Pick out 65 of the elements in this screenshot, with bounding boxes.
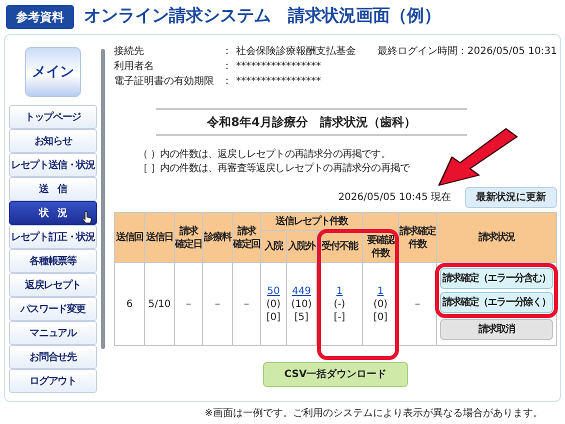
main-menu-button[interactable]: メイン	[25, 47, 81, 97]
table-cell: [-]	[334, 312, 346, 322]
table-cell: (0)	[373, 298, 388, 310]
table-cell: [0]	[266, 312, 281, 322]
info-value: *****************	[236, 75, 322, 88]
table-cell: －	[212, 298, 222, 310]
table-cell: －	[412, 298, 423, 310]
column-header: 請求 確定日	[174, 212, 202, 262]
sidebar-item[interactable]: ログアウト	[9, 369, 97, 393]
count-link[interactable]: 50	[267, 286, 280, 296]
note-text: （ ）内の件数は、返戻しレセプトの再請求分の再掲です。	[138, 149, 390, 160]
note-text: ［ ］内の件数は、再審査等返戻しレセプトの再請求分の再掲で	[138, 163, 410, 174]
timestamp: 2026/05/05 10:45 現在	[338, 190, 451, 204]
column-header: 送信日	[144, 212, 174, 262]
table-cell: [5]	[294, 312, 309, 322]
info-value: 社会保険診療報酬支払基金	[236, 45, 357, 58]
table-cell: 6	[126, 298, 133, 310]
count-link[interactable]: 1	[377, 286, 384, 296]
info-colon: ：	[222, 60, 233, 73]
table-cell: 5/10	[148, 298, 171, 310]
hand-cursor-icon	[82, 211, 92, 224]
table-cell: (-)	[334, 298, 346, 310]
scrollbar[interactable]	[101, 49, 105, 349]
table-cell: (0)	[266, 298, 281, 310]
sidebar-item[interactable]: お問合せ先	[9, 345, 97, 369]
column-header: 診療料	[202, 212, 232, 262]
cancel-button[interactable]: 請求取消	[440, 319, 553, 340]
column-group-header: 送信レセプト件数	[260, 212, 363, 230]
table-cell: [0]	[373, 312, 388, 322]
confirm-button[interactable]: 請求確定（エラー分除く）	[440, 292, 553, 313]
last-login-time: 最終ログイン時間：2026/05/05 10:31	[377, 45, 557, 58]
info-label: 利用者名	[114, 60, 155, 73]
info-colon: ：	[222, 75, 233, 88]
count-link[interactable]: 1	[336, 286, 343, 296]
info-label: 接続先	[114, 45, 145, 58]
info-label: 電子証明書の有効期限	[114, 75, 215, 88]
column-header: 入院外	[286, 230, 316, 262]
column-header: 請求 確定回	[232, 212, 260, 262]
column-header: 請求確定 件数	[398, 212, 437, 262]
sidebar-item[interactable]: マニュアル	[9, 321, 97, 345]
column-header: 請求状況	[436, 212, 556, 262]
sidebar-item[interactable]: お知らせ	[9, 129, 97, 153]
count-link[interactable]: 449	[292, 286, 312, 296]
table-cell: －	[184, 298, 194, 310]
sidebar-item[interactable]: レセプト送信・状況	[9, 153, 97, 177]
info-colon: ：	[222, 45, 233, 58]
csv-download-button[interactable]: CSV一括ダウンロード	[263, 362, 408, 387]
page-title: オンライン請求システム 請求状況画面（例）	[84, 5, 441, 28]
section-heading: 令和8年4月診療分 請求状況（歯科）	[156, 108, 467, 136]
sidebar-item[interactable]: パスワード変更	[9, 297, 97, 321]
confirm-button[interactable]: 請求確定（エラー分含む）	[440, 268, 553, 289]
sidebar-item[interactable]: 送 信	[9, 177, 97, 201]
info-value: *****************	[236, 60, 322, 73]
table-cell: －	[242, 298, 252, 310]
column-header: 送信回	[114, 212, 144, 262]
sidebar-item[interactable]: 状 況	[9, 201, 97, 225]
column-header: 入院	[260, 230, 286, 262]
footnote: ※画面は一例です。ご利用のシステムにより表示が異なる場合があります。	[204, 408, 543, 419]
sidebar-item[interactable]: トップページ	[9, 105, 97, 129]
sidebar-item[interactable]: レセプト訂正・状況	[9, 225, 97, 249]
sidebar-item[interactable]: 各種帳票等	[9, 249, 97, 273]
badge-label: 参考資料	[6, 5, 74, 29]
table-cell: (10)	[291, 298, 312, 310]
sidebar-item[interactable]: 返戻レセプト	[9, 273, 97, 297]
refresh-button[interactable]: 最新状況に更新	[465, 186, 557, 208]
